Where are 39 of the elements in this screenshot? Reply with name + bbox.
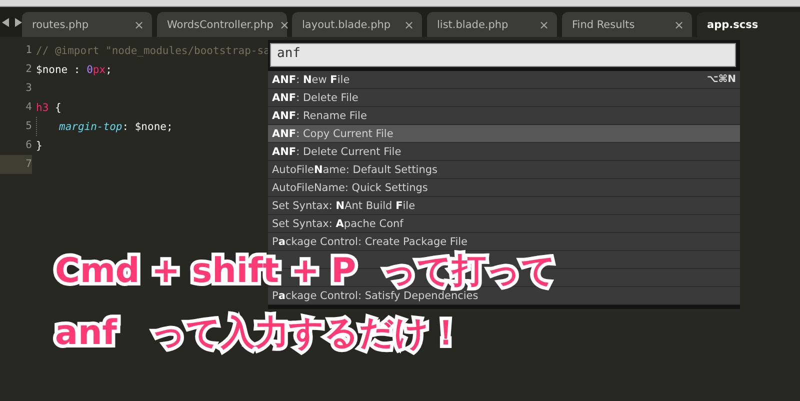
command-item[interactable]: Package Control: Satisfy Dependencies [268, 287, 740, 305]
forward-arrow-icon[interactable] [15, 18, 22, 26]
close-icon[interactable]: × [674, 18, 684, 32]
close-icon[interactable]: × [134, 18, 144, 32]
code-line: // @import "node_modules/bootstrap-sa [36, 44, 270, 56]
line-number: 2 [24, 62, 32, 77]
search-field[interactable]: anf [270, 43, 736, 67]
close-icon[interactable]: × [538, 18, 549, 32]
file-tab[interactable]: Find Results × [562, 12, 692, 37]
command-item[interactable]: ANF: Delete Current File [268, 143, 740, 161]
command-item[interactable]: Set Syntax: NAnt Build File [268, 197, 740, 215]
line-number: 3 [24, 81, 32, 96]
line-number: 5 [24, 119, 32, 134]
command-item[interactable]: AutoFileName: Quick Settings [268, 179, 740, 197]
command-item[interactable]: ANF: Delete File [268, 89, 740, 107]
file-tab[interactable]: list.blade.php × [427, 12, 557, 37]
command-item[interactable]: ANF: Copy Current File [268, 125, 740, 143]
code-line: } [36, 140, 42, 152]
line-number: 1 [24, 43, 32, 58]
indent-guide [36, 117, 37, 136]
file-tab[interactable]: app.scss [697, 12, 800, 37]
caption-text: って入力するだけ！ [150, 312, 463, 355]
line-number: 4 [24, 100, 32, 115]
command-item[interactable]: ANF: New File ⌥⌘N [268, 71, 740, 89]
code-line: $none : 0px; [36, 64, 112, 76]
close-icon[interactable]: × [279, 18, 290, 32]
command-item[interactable]: AutoFileName: Default Settings [268, 161, 740, 179]
command-item[interactable]: Package Control: Create Package File [268, 233, 740, 251]
code-line: h3 { [36, 102, 62, 114]
back-arrow-icon[interactable] [2, 18, 9, 26]
file-tab[interactable]: WordsController.php × [157, 12, 287, 37]
caption-text: anf [55, 313, 117, 353]
command-item[interactable]: Set Syntax: Apache Conf [268, 215, 740, 233]
line-number: 6 [24, 138, 32, 153]
line-number: 7 [0, 155, 32, 174]
code-line: margin-top: $none; [59, 120, 173, 132]
file-tab[interactable]: routes.php × [22, 12, 152, 37]
close-icon[interactable]: × [404, 18, 414, 32]
file-tab[interactable]: layout.blade.php × [292, 12, 422, 37]
